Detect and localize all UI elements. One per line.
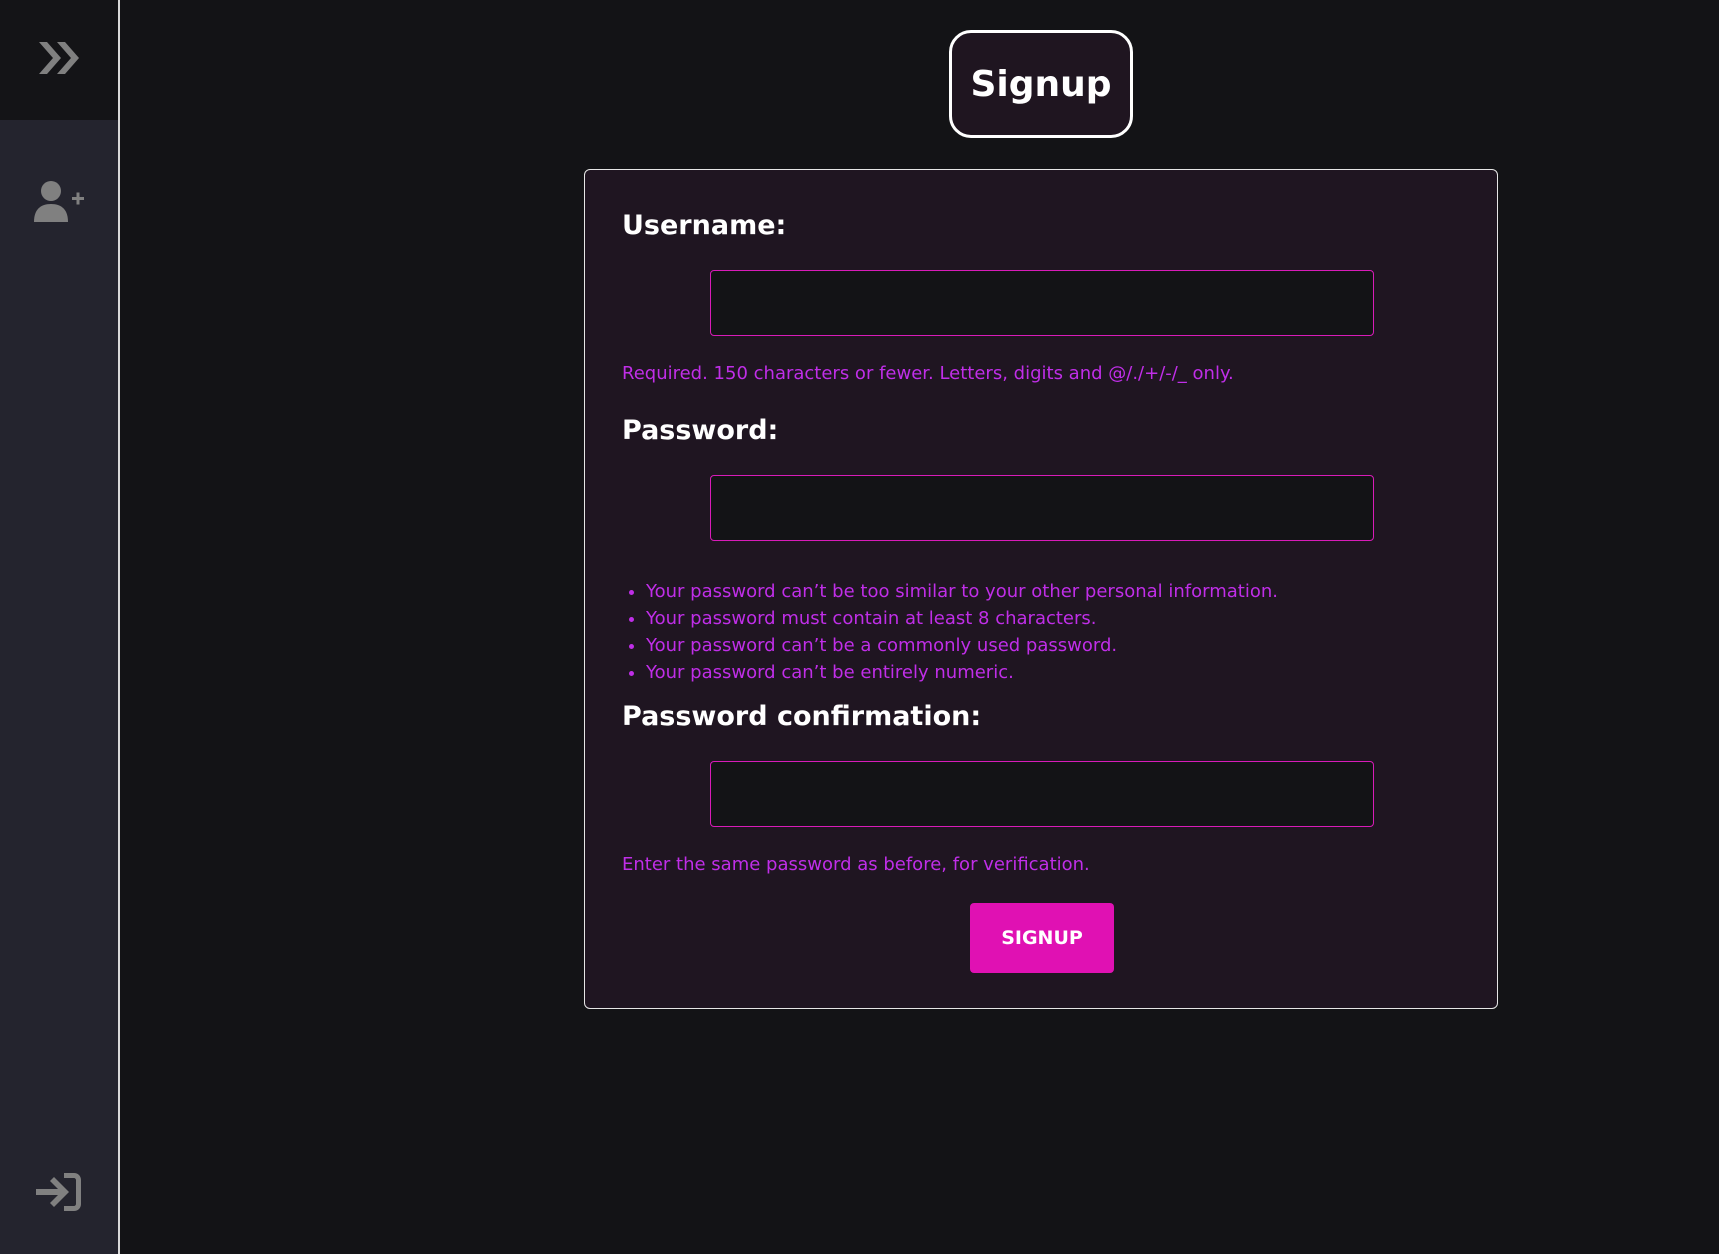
user-plus-icon: [34, 180, 84, 228]
password-field[interactable]: [710, 475, 1374, 541]
password-confirmation-label: Password confirmation:: [622, 701, 982, 732]
password-rule: Your password must contain at least 8 ch…: [646, 605, 1278, 632]
sidebar-item-login[interactable]: [0, 1154, 118, 1234]
username-label: Username:: [622, 210, 787, 241]
password-rules-list: Your password can’t be too similar to yo…: [622, 578, 1278, 686]
sidebar: [0, 0, 120, 1254]
password-confirmation-help-text: Enter the same password as before, for v…: [622, 854, 1090, 875]
sign-in-icon: [34, 1170, 84, 1218]
page-title: Signup: [949, 30, 1133, 138]
double-chevron-right-icon: [35, 38, 83, 82]
main-content: Signup Username: Required. 150 character…: [122, 0, 1719, 1254]
password-rule: Your password can’t be a commonly used p…: [646, 632, 1278, 659]
password-rule: Your password can’t be too similar to yo…: [646, 578, 1278, 605]
username-field[interactable]: [710, 270, 1374, 336]
sidebar-toggle-button[interactable]: [0, 0, 118, 120]
password-confirmation-field[interactable]: [710, 761, 1374, 827]
password-label: Password:: [622, 415, 779, 446]
username-help-text: Required. 150 characters or fewer. Lette…: [622, 363, 1234, 384]
signup-form: Username: Required. 150 characters or fe…: [584, 169, 1498, 1009]
password-rule: Your password can’t be entirely numeric.: [646, 659, 1278, 686]
sidebar-item-signup[interactable]: [0, 164, 118, 244]
signup-button[interactable]: SIGNUP: [970, 903, 1114, 973]
